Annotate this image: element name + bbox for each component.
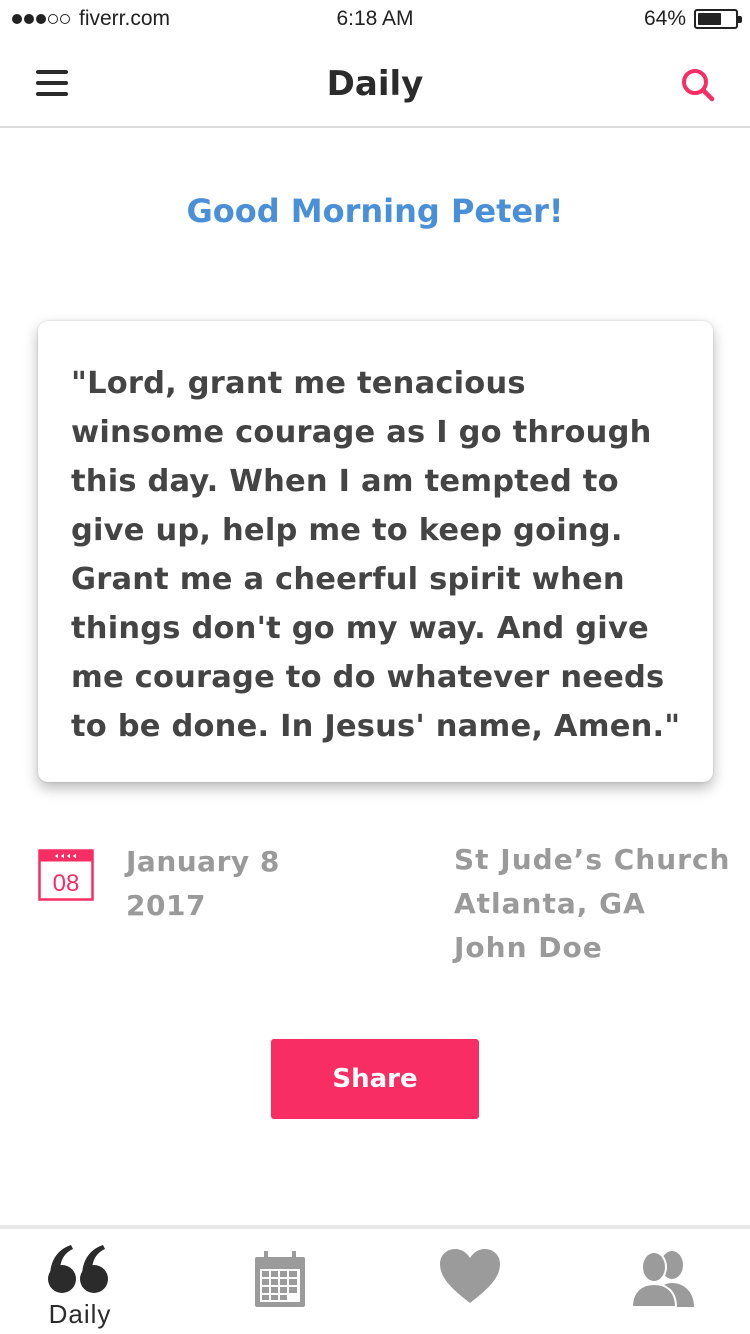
people-icon [630,1251,694,1308]
author-name: John Doe [454,931,603,964]
church-block: St Jude’s Church Atlanta, GA John Doe [454,838,731,970]
calendar-icon [255,1251,305,1307]
battery-tip [738,16,742,23]
status-time: 6:18 AM [336,7,414,30]
tab-daily[interactable]: Daily [0,1229,160,1334]
quote-icon [48,1245,108,1293]
prayer-text: "Lord, grant me tenacious winsome courag… [71,366,681,744]
battery-group: 64% [643,7,742,31]
church-name: St Jude’s Church [454,843,731,876]
battery-fill [698,13,722,25]
calendar-icon: 08 [38,849,94,901]
church-location: Atlanta, GA [454,887,646,920]
tab-favorites[interactable] [390,1229,550,1334]
tab-daily-label: Daily [48,1299,112,1329]
search-icon[interactable] [680,67,716,103]
date-block: January 8 2017 [126,840,280,928]
prayer-card: "Lord, grant me tenacious winsome courag… [38,321,713,782]
greeting-text: Good Morning Peter! [186,192,564,230]
nav-bar: Daily [0,40,750,128]
battery-icon [694,9,742,29]
heart-icon [440,1249,500,1303]
battery-percent: 64% [643,7,686,30]
calendar-day: 08 [53,870,80,897]
tab-calendar[interactable] [200,1229,360,1334]
date-month-day: January 8 [126,845,280,878]
page-title: Daily [326,64,424,104]
tab-bar: Daily [0,1225,750,1334]
status-bar: fiverr.com 6:18 AM 64% [0,0,750,40]
share-button[interactable]: Share [271,1039,479,1119]
tab-people[interactable] [590,1229,750,1334]
date-year: 2017 [126,889,206,922]
